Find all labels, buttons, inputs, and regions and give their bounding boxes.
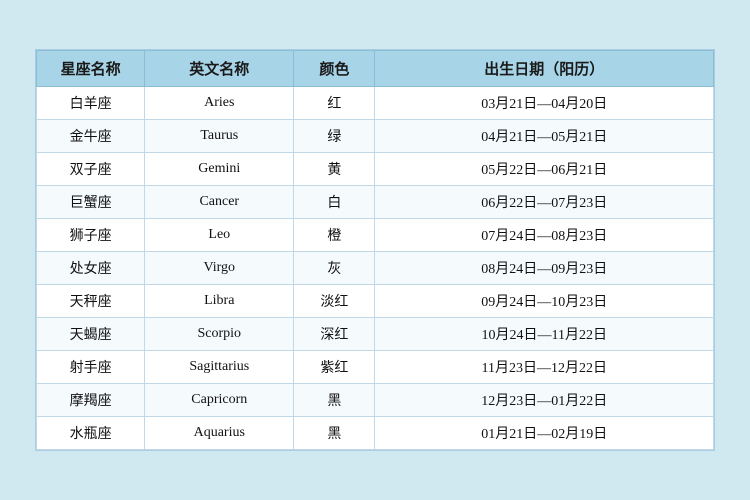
cell-color: 黑 [294,417,375,450]
cell-cn: 天秤座 [37,285,145,318]
table-row: 双子座Gemini黄05月22日—06月21日 [37,153,714,186]
cell-color: 灰 [294,252,375,285]
cell-date: 08月24日—09月23日 [375,252,714,285]
table-row: 白羊座Aries红03月21日—04月20日 [37,87,714,120]
cell-en: Gemini [145,153,294,186]
cell-date: 10月24日—11月22日 [375,318,714,351]
table-row: 巨蟹座Cancer白06月22日—07月23日 [37,186,714,219]
header-date: 出生日期（阳历） [375,51,714,87]
cell-date: 06月22日—07月23日 [375,186,714,219]
cell-cn: 天蝎座 [37,318,145,351]
table-header-row: 星座名称 英文名称 颜色 出生日期（阳历） [37,51,714,87]
cell-color: 白 [294,186,375,219]
cell-en: Scorpio [145,318,294,351]
cell-date: 04月21日—05月21日 [375,120,714,153]
cell-color: 红 [294,87,375,120]
zodiac-table-container: 星座名称 英文名称 颜色 出生日期（阳历） 白羊座Aries红03月21日—04… [35,49,715,451]
cell-en: Cancer [145,186,294,219]
cell-color: 绿 [294,120,375,153]
header-cn: 星座名称 [37,51,145,87]
cell-color: 橙 [294,219,375,252]
cell-en: Virgo [145,252,294,285]
cell-date: 01月21日—02月19日 [375,417,714,450]
cell-cn: 摩羯座 [37,384,145,417]
cell-en: Aquarius [145,417,294,450]
cell-en: Sagittarius [145,351,294,384]
cell-en: Aries [145,87,294,120]
table-row: 金牛座Taurus绿04月21日—05月21日 [37,120,714,153]
cell-en: Capricorn [145,384,294,417]
cell-color: 淡红 [294,285,375,318]
cell-date: 07月24日—08月23日 [375,219,714,252]
table-row: 天蝎座Scorpio深红10月24日—11月22日 [37,318,714,351]
cell-cn: 双子座 [37,153,145,186]
header-color: 颜色 [294,51,375,87]
cell-color: 黑 [294,384,375,417]
cell-date: 11月23日—12月22日 [375,351,714,384]
cell-cn: 白羊座 [37,87,145,120]
cell-color: 黄 [294,153,375,186]
cell-cn: 狮子座 [37,219,145,252]
cell-color: 紫红 [294,351,375,384]
header-en: 英文名称 [145,51,294,87]
table-row: 天秤座Libra淡红09月24日—10月23日 [37,285,714,318]
cell-en: Taurus [145,120,294,153]
cell-date: 09月24日—10月23日 [375,285,714,318]
cell-color: 深红 [294,318,375,351]
table-row: 水瓶座Aquarius黑01月21日—02月19日 [37,417,714,450]
cell-date: 03月21日—04月20日 [375,87,714,120]
cell-cn: 水瓶座 [37,417,145,450]
cell-cn: 金牛座 [37,120,145,153]
table-row: 处女座Virgo灰08月24日—09月23日 [37,252,714,285]
cell-cn: 巨蟹座 [37,186,145,219]
cell-cn: 射手座 [37,351,145,384]
table-row: 狮子座Leo橙07月24日—08月23日 [37,219,714,252]
zodiac-table: 星座名称 英文名称 颜色 出生日期（阳历） 白羊座Aries红03月21日—04… [36,50,714,450]
table-row: 射手座Sagittarius紫红11月23日—12月22日 [37,351,714,384]
cell-date: 12月23日—01月22日 [375,384,714,417]
cell-cn: 处女座 [37,252,145,285]
cell-en: Leo [145,219,294,252]
cell-en: Libra [145,285,294,318]
table-row: 摩羯座Capricorn黑12月23日—01月22日 [37,384,714,417]
cell-date: 05月22日—06月21日 [375,153,714,186]
